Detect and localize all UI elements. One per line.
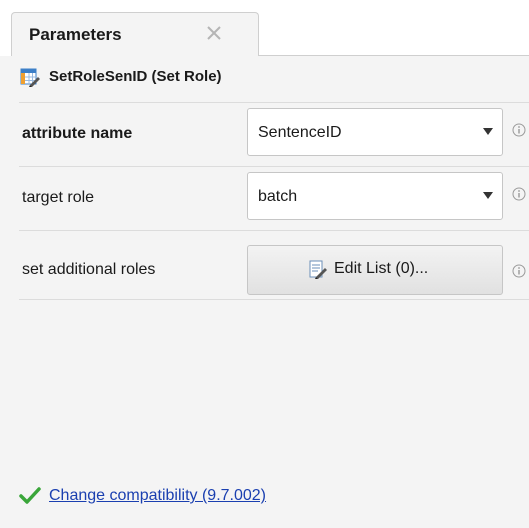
tab-strip: Parameters: [0, 0, 529, 56]
attribute-name-value: SentenceID: [258, 124, 342, 141]
info-icon[interactable]: [512, 123, 526, 137]
param-label-target-role: target role: [22, 189, 95, 206]
change-compatibility-link[interactable]: Change compatibility (9.7.002): [49, 487, 266, 505]
edit-list-button[interactable]: Edit List (0)...: [247, 245, 503, 295]
edit-list-button-content: Edit List (0)...: [308, 259, 428, 279]
set-role-icon: [20, 68, 40, 87]
tab-title: Parameters: [29, 25, 122, 44]
edit-list-icon: [309, 260, 327, 279]
tab-parameters[interactable]: Parameters: [11, 12, 259, 56]
param-label-set-additional-roles: set additional roles: [22, 261, 156, 278]
param-row-target-role: target role batch: [19, 166, 529, 230]
attribute-name-dropdown[interactable]: SentenceID: [247, 108, 503, 156]
dropdown-arrow-icon: [483, 192, 493, 199]
target-role-value: batch: [258, 188, 298, 205]
parameters-panel: Parameters SetRoleSenID (Set Role) attri…: [0, 0, 529, 528]
target-role-dropdown[interactable]: batch: [247, 172, 503, 220]
info-icon[interactable]: [512, 264, 526, 278]
param-row-attribute-name: attribute name SentenceID: [19, 102, 529, 166]
close-icon[interactable]: [202, 21, 226, 45]
row-divider: [19, 299, 529, 300]
param-label-attribute-name: attribute name: [22, 125, 133, 142]
info-icon[interactable]: [512, 187, 526, 201]
operator-title: SetRoleSenID (Set Role): [49, 68, 222, 85]
param-row-set-additional-roles: set additional roles Edit List (0)...: [19, 230, 529, 295]
dropdown-arrow-icon: [483, 128, 493, 135]
compatibility-footer: Change compatibility (9.7.002): [19, 484, 266, 508]
operator-header: SetRoleSenID (Set Role): [0, 56, 529, 96]
edit-list-label: Edit List (0)...: [334, 260, 429, 277]
check-icon: [19, 487, 41, 504]
